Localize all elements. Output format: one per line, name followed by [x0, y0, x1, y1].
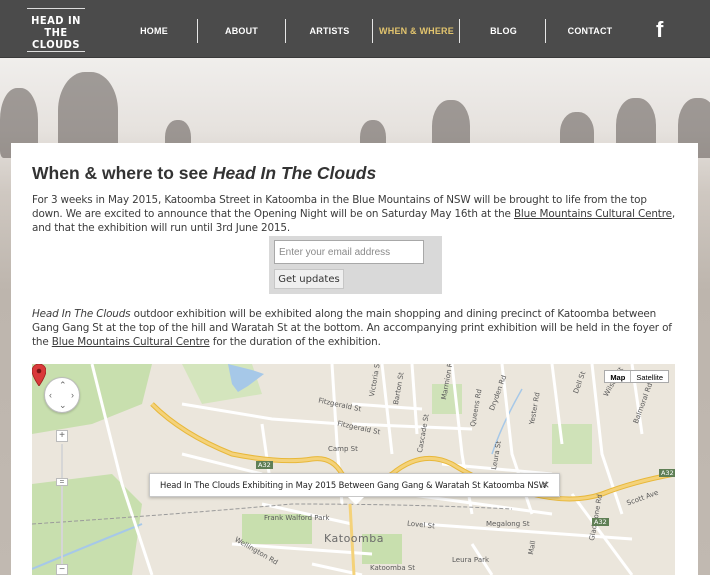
facebook-icon[interactable]: f	[656, 17, 670, 43]
zoom-slider-track[interactable]	[61, 444, 63, 575]
nav-divider	[459, 19, 460, 43]
exhibition-paragraph: Head In The Clouds outdoor exhibition wi…	[32, 308, 672, 348]
info-window-tail	[348, 497, 364, 505]
road-shield: A32	[592, 518, 609, 526]
info-window-text: Head In The Clouds Exhibiting in May 201…	[160, 480, 547, 490]
map-type-control: Map Satellite	[604, 370, 669, 383]
nav-divider	[372, 19, 373, 43]
site-logo[interactable]: HEAD IN THE CLOUDS	[27, 8, 85, 52]
zoom-slider-knob[interactable]: =	[56, 478, 68, 486]
content-panel: When & where to see Head In The Clouds F…	[11, 143, 698, 575]
nav-divider	[285, 19, 286, 43]
street-label: Megalong St	[486, 520, 530, 528]
town-label: Katoomba	[324, 532, 384, 545]
road-shield: A32	[659, 469, 675, 477]
page-title: When & where to see Head In The Clouds	[32, 163, 377, 183]
zoom-out-button[interactable]: −	[56, 564, 68, 575]
nav-divider	[197, 19, 198, 43]
zoom-in-button[interactable]: +	[56, 430, 68, 442]
street-label: Leura Park	[452, 556, 490, 564]
nav-about[interactable]: ABOUT	[213, 20, 270, 42]
email-signup-form: Get updates	[269, 236, 442, 294]
pan-down-icon[interactable]: ⌄	[59, 400, 67, 411]
pan-up-icon[interactable]: ⌃	[59, 380, 67, 391]
nav-when-where[interactable]: WHEN & WHERE	[377, 20, 456, 42]
park-label: Frank Walford Park	[264, 514, 330, 522]
pan-control[interactable]: ⌃ ⌄ ‹ ›	[44, 377, 80, 413]
close-icon[interactable]: ×	[541, 474, 550, 496]
location-map[interactable]: Victoria St Barton St Fitzgerald St Fitz…	[32, 364, 675, 575]
logo-line-2: THE CLOUDS	[32, 26, 80, 51]
road-shield: A32	[256, 461, 273, 469]
map-pin-icon[interactable]	[32, 364, 46, 386]
pan-left-icon[interactable]: ‹	[49, 390, 52, 400]
cultural-centre-link-2[interactable]: Blue Mountains Cultural Centre	[52, 336, 210, 348]
cultural-centre-link[interactable]: Blue Mountains Cultural Centre	[514, 208, 672, 220]
nav-contact[interactable]: CONTACT	[560, 20, 620, 42]
top-navigation: HEAD IN THE CLOUDS HOME ABOUT ARTISTS WH…	[0, 0, 710, 58]
street-label: Camp St	[328, 445, 358, 453]
email-input[interactable]	[274, 240, 424, 264]
nav-divider	[545, 19, 546, 43]
map-info-window: Head In The Clouds Exhibiting in May 201…	[149, 473, 560, 505]
map-type-satellite-button[interactable]: Satellite	[631, 371, 668, 382]
map-type-map-button[interactable]: Map	[605, 371, 632, 382]
pan-right-icon[interactable]: ›	[71, 390, 74, 400]
nav-home[interactable]: HOME	[128, 20, 180, 42]
intro-paragraph: For 3 weeks in May 2015, Katoomba Street…	[32, 194, 675, 234]
get-updates-button[interactable]: Get updates	[274, 269, 344, 289]
nav-blog[interactable]: BLOG	[475, 20, 532, 42]
street-label: Katoomba St	[370, 564, 416, 572]
nav-artists[interactable]: ARTISTS	[301, 20, 358, 42]
